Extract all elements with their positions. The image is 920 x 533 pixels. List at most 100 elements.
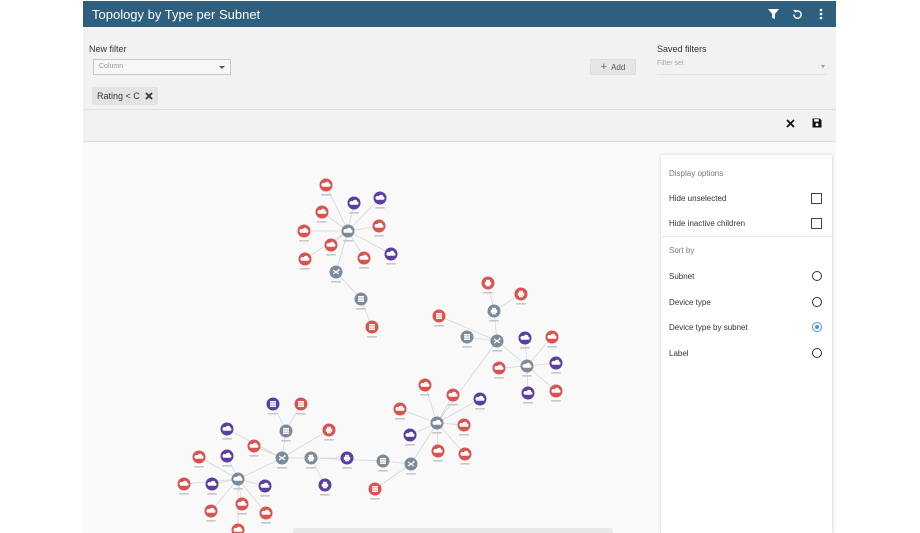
topology-node[interactable] bbox=[204, 504, 218, 522]
sort-option-subnet[interactable]: Subnet bbox=[669, 269, 824, 285]
filter-chip: Rating < C bbox=[92, 87, 158, 105]
topology-node[interactable] bbox=[373, 191, 387, 209]
topology-node[interactable] bbox=[205, 477, 219, 495]
graph-edge bbox=[374, 463, 412, 490]
filter-chip-label: Rating < C bbox=[97, 91, 140, 101]
topology-node[interactable] bbox=[275, 451, 289, 469]
topology-node[interactable] bbox=[298, 252, 312, 270]
topology-node[interactable] bbox=[376, 454, 390, 472]
filter-icon[interactable] bbox=[766, 7, 780, 21]
topology-node[interactable] bbox=[545, 330, 559, 348]
graph-edge bbox=[198, 456, 239, 480]
topology-node[interactable] bbox=[368, 482, 382, 500]
reset-icon[interactable] bbox=[790, 7, 804, 21]
topology-node[interactable] bbox=[319, 178, 333, 196]
topology-node[interactable] bbox=[247, 439, 261, 457]
topology-node[interactable] bbox=[315, 205, 329, 223]
sort-option-label: Label bbox=[669, 349, 689, 358]
topology-node[interactable] bbox=[521, 386, 535, 404]
topology-node[interactable] bbox=[192, 450, 206, 468]
topology-node[interactable] bbox=[403, 428, 417, 446]
sort-radio-label[interactable] bbox=[812, 348, 822, 358]
topology-node[interactable] bbox=[324, 238, 338, 256]
add-filter-label: Add bbox=[611, 62, 626, 72]
topology-node[interactable] bbox=[490, 334, 504, 352]
chip-close-icon[interactable] bbox=[145, 92, 153, 100]
chevron-down-icon bbox=[219, 66, 225, 69]
topology-node[interactable] bbox=[354, 292, 368, 310]
topology-node[interactable] bbox=[220, 422, 234, 440]
sort-by-title: Sort by bbox=[669, 246, 695, 255]
graph-edge bbox=[325, 184, 349, 232]
topology-node[interactable] bbox=[266, 397, 280, 415]
column-select-placeholder: Column bbox=[99, 63, 124, 70]
topology-graph[interactable] bbox=[83, 142, 663, 533]
topology-node[interactable] bbox=[340, 451, 354, 469]
sort-option-label: Device type by subnet bbox=[669, 323, 748, 332]
sort-option-device-type-by-subnet[interactable]: Device type by subnet bbox=[669, 320, 824, 336]
topology-node[interactable] bbox=[384, 247, 398, 265]
topology-node[interactable] bbox=[393, 402, 407, 420]
hide-inactive-children-option[interactable]: Hide inactive children bbox=[669, 216, 824, 232]
app-window: Topology by Type per Subnet New filter C… bbox=[83, 1, 836, 533]
column-select[interactable]: Column bbox=[93, 59, 231, 75]
topology-node[interactable] bbox=[347, 196, 361, 214]
filter-set-placeholder: Filter set bbox=[657, 60, 684, 67]
display-options-title: Display options bbox=[669, 169, 724, 178]
filter-panel: New filter Column + Add Saved filters Fi… bbox=[83, 27, 836, 142]
hide-unselected-label: Hide unselected bbox=[669, 194, 727, 203]
sort-radio-subnet[interactable] bbox=[812, 271, 822, 281]
topology-node[interactable] bbox=[258, 479, 272, 497]
topology-node[interactable] bbox=[518, 331, 532, 349]
page-title: Topology by Type per Subnet bbox=[92, 7, 261, 22]
topology-node[interactable] bbox=[492, 361, 506, 379]
save-filter-icon[interactable] bbox=[810, 116, 824, 130]
topology-node[interactable] bbox=[432, 309, 446, 327]
topology-node[interactable] bbox=[279, 424, 293, 442]
sort-radio-device-type[interactable] bbox=[812, 297, 822, 307]
clear-filter-icon[interactable] bbox=[783, 116, 797, 130]
graph-edge bbox=[436, 340, 498, 424]
topology-node[interactable] bbox=[404, 457, 418, 475]
hide-unselected-checkbox[interactable] bbox=[811, 193, 822, 204]
topology-node[interactable] bbox=[481, 276, 495, 294]
topology-node[interactable] bbox=[372, 219, 386, 237]
add-filter-button[interactable]: + Add bbox=[590, 59, 636, 75]
options-divider bbox=[661, 236, 832, 237]
topology-node[interactable] bbox=[549, 356, 563, 374]
sort-option-label: Subnet bbox=[669, 272, 695, 281]
title-bar: Topology by Type per Subnet bbox=[83, 1, 836, 27]
new-filter-label: New filter bbox=[89, 44, 127, 54]
hide-inactive-children-checkbox[interactable] bbox=[811, 218, 822, 229]
topology-node[interactable] bbox=[235, 497, 249, 515]
plus-icon: + bbox=[600, 61, 608, 73]
more-menu-icon[interactable] bbox=[814, 7, 828, 21]
topology-node[interactable] bbox=[514, 287, 528, 305]
topology-node[interactable] bbox=[231, 523, 245, 533]
topology-node[interactable] bbox=[220, 449, 234, 467]
chevron-down-icon bbox=[821, 65, 825, 68]
topology-node[interactable] bbox=[460, 330, 474, 348]
topology-node[interactable] bbox=[457, 418, 471, 436]
saved-filters-select[interactable]: Filter set bbox=[657, 60, 827, 75]
topology-node[interactable] bbox=[487, 304, 501, 322]
topology-node[interactable] bbox=[329, 265, 343, 283]
topology-node[interactable] bbox=[365, 320, 379, 338]
topology-node[interactable] bbox=[177, 477, 191, 495]
topology-node[interactable] bbox=[357, 251, 371, 269]
topology-node[interactable] bbox=[473, 392, 487, 410]
topology-node[interactable] bbox=[259, 506, 273, 524]
sort-radio-device-type-by-subnet[interactable] bbox=[812, 322, 822, 332]
hide-unselected-option[interactable]: Hide unselected bbox=[669, 191, 824, 207]
topology-node[interactable] bbox=[458, 447, 472, 465]
sort-option-device-type[interactable]: Device type bbox=[669, 295, 824, 311]
topology-node[interactable] bbox=[318, 478, 332, 496]
sort-option-label-item[interactable]: Label bbox=[669, 346, 824, 362]
topology-node[interactable] bbox=[418, 378, 432, 396]
topology-node[interactable] bbox=[431, 444, 445, 462]
topology-node[interactable] bbox=[322, 423, 336, 441]
bottom-drawer-handle[interactable] bbox=[293, 528, 613, 533]
topology-node[interactable] bbox=[549, 384, 563, 402]
graph-edge bbox=[237, 457, 283, 480]
topology-node[interactable] bbox=[297, 224, 311, 242]
